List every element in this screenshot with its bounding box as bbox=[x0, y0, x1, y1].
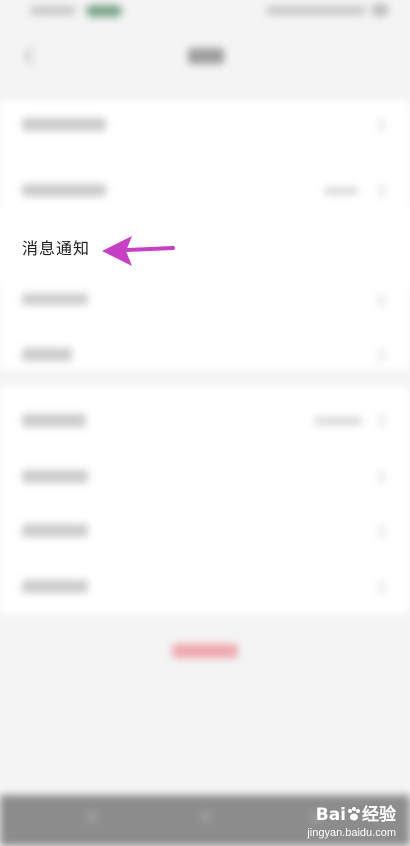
settings-row-value-blurred bbox=[314, 417, 362, 425]
back-chevron-icon[interactable] bbox=[20, 44, 42, 68]
paw-icon bbox=[348, 807, 360, 821]
chevron-right-icon bbox=[373, 471, 386, 484]
status-indicator-pill bbox=[86, 5, 122, 17]
settings-row-blurred[interactable] bbox=[22, 118, 106, 131]
settings-row-message-notification[interactable]: 消息通知 bbox=[0, 216, 410, 278]
chevron-right-icon bbox=[373, 294, 386, 307]
page-title-blurred bbox=[188, 48, 224, 64]
chevron-right-icon bbox=[373, 581, 386, 594]
settings-row-blurred[interactable] bbox=[22, 524, 88, 537]
message-notification-label: 消息通知 bbox=[22, 239, 91, 258]
battery-icon bbox=[372, 4, 388, 16]
status-bar bbox=[0, 0, 410, 28]
nav-bar bbox=[0, 28, 410, 90]
watermark-logo: Bai 经验 bbox=[307, 800, 396, 825]
watermark-logo-suffix: 经验 bbox=[362, 805, 396, 825]
baidu-jingyan-watermark: Bai 经验 jingyan.baidu.com bbox=[307, 800, 396, 839]
settings-group-2 bbox=[0, 386, 410, 614]
settings-row-blurred[interactable] bbox=[22, 184, 106, 197]
settings-row-value-blurred bbox=[324, 187, 358, 195]
status-icons-blurred bbox=[266, 6, 366, 15]
settings-row-blurred[interactable] bbox=[22, 348, 72, 361]
nav-button-blurred bbox=[86, 811, 98, 823]
settings-row-blurred[interactable] bbox=[22, 580, 88, 593]
chevron-right-icon bbox=[373, 119, 386, 132]
chevron-right-icon bbox=[373, 349, 386, 362]
settings-row-blurred[interactable] bbox=[22, 414, 86, 427]
settings-row-blurred[interactable] bbox=[22, 470, 88, 483]
chevron-right-icon bbox=[373, 184, 386, 197]
arrow-shaft bbox=[124, 246, 175, 252]
nav-button-blurred bbox=[200, 811, 212, 823]
watermark-logo-text: Bai bbox=[315, 805, 346, 825]
pointer-arrow-icon bbox=[102, 236, 175, 266]
watermark-url: jingyan.baidu.com bbox=[307, 827, 396, 839]
logout-button-blurred[interactable] bbox=[172, 644, 238, 658]
chevron-right-icon bbox=[373, 525, 386, 538]
settings-row-blurred[interactable] bbox=[22, 292, 88, 305]
chevron-right-icon bbox=[373, 414, 386, 427]
status-time-blurred bbox=[30, 6, 76, 15]
